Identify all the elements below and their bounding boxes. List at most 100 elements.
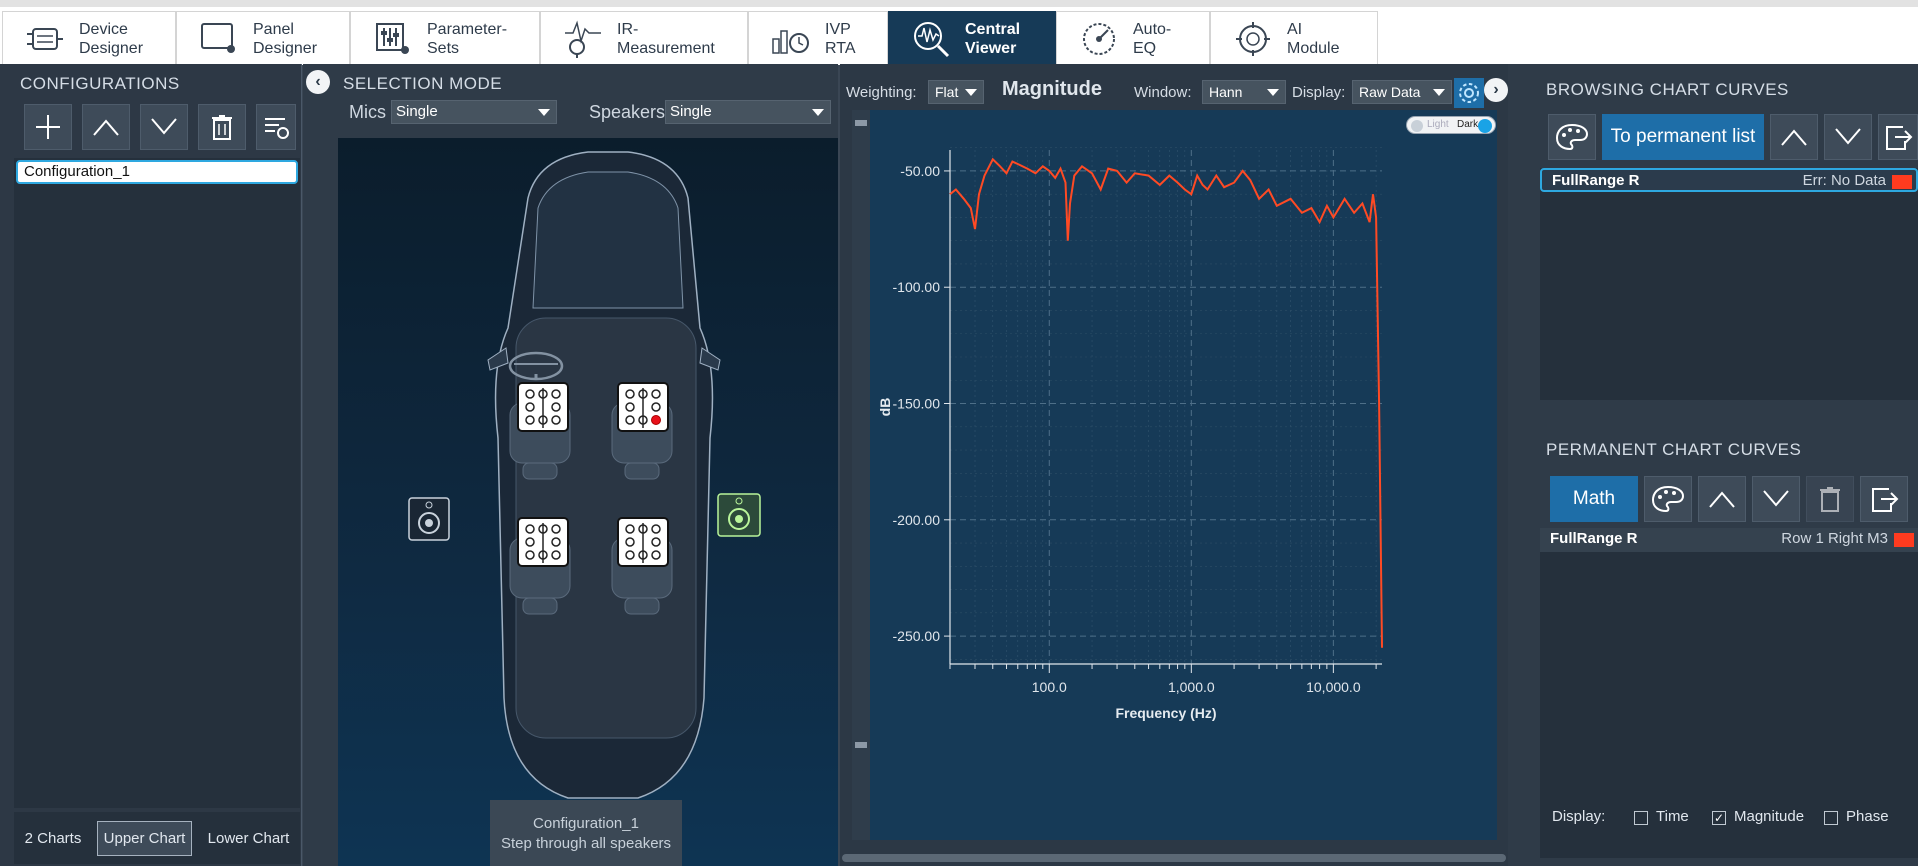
tab-lower-chart[interactable]: Lower Chart [202, 822, 296, 855]
viewer-icon [911, 19, 951, 59]
y-tick-label: -150.00 [893, 396, 941, 412]
list-item[interactable]: FullRange R Row 1 Right M3 [1540, 528, 1918, 552]
configurations-panel: CONFIGURATIONS Configuration_1 2 Charts … [0, 64, 302, 866]
tab-label: Device Designer [79, 20, 144, 57]
gauge-icon [1079, 19, 1119, 59]
toggle-dark-label: Dark [1457, 119, 1479, 130]
chevron-up-icon [93, 119, 119, 136]
vertical-zoom-track[interactable] [852, 110, 870, 840]
current-configuration-card: Configuration_1 Step through all speaker… [490, 800, 682, 866]
plus-icon [36, 115, 60, 139]
browsing-move-up-button[interactable] [1770, 114, 1818, 160]
configurations-title: CONFIGURATIONS [20, 74, 180, 93]
panel-horizontal-scrollbar[interactable] [842, 854, 1506, 862]
tab-device-designer[interactable]: Device Designer [2, 11, 176, 65]
list-item[interactable]: Configuration_1 [16, 160, 298, 184]
magnitude-label: Magnitude [1734, 808, 1805, 825]
window-select[interactable]: Hann [1202, 80, 1286, 104]
window-label: Window: [1134, 84, 1192, 101]
mics-label: Mics [349, 102, 386, 122]
export-icon [1872, 488, 1899, 512]
tab-central-viewer[interactable]: Central Viewer [888, 11, 1056, 65]
tab-parameter-sets[interactable]: Parameter- Sets [350, 11, 540, 65]
speakers-select[interactable]: Single [665, 100, 831, 124]
chart-settings-button[interactable] [1454, 78, 1484, 108]
browsing-curve-list: FullRange R Err: No Data [1540, 168, 1918, 400]
permanent-export-button[interactable] [1860, 476, 1908, 522]
speakers-label: Speakers [589, 102, 666, 122]
tab-ivp-rta[interactable]: IVP RTA [748, 11, 888, 65]
move-down-button[interactable] [140, 104, 188, 150]
tab-label: Parameter- Sets [427, 20, 508, 57]
tab-auto-eq[interactable]: Auto- EQ [1056, 11, 1210, 65]
dropdown-arrow-icon [965, 89, 977, 96]
permanent-move-up-button[interactable] [1698, 476, 1746, 522]
phase-checkbox[interactable] [1824, 811, 1838, 825]
theme-toggle[interactable]: Light Dark [1406, 116, 1496, 134]
curve-color-swatch[interactable] [1892, 175, 1912, 189]
speaker-right-icon[interactable] [717, 493, 761, 537]
to-permanent-list-button[interactable]: To permanent list [1602, 114, 1764, 160]
toggle-light-label: Light [1427, 119, 1449, 130]
window-value: Hann [1209, 84, 1243, 100]
tab-upper-chart[interactable]: Upper Chart [96, 820, 193, 856]
add-configuration-button[interactable] [24, 104, 72, 150]
browsing-color-button[interactable] [1548, 114, 1596, 160]
time-label: Time [1656, 808, 1689, 825]
dropdown-arrow-icon [1433, 89, 1445, 96]
edit-configuration-button[interactable] [256, 104, 296, 150]
gear-icon [1459, 83, 1479, 103]
x-tick-label: 10,000.0 [1306, 679, 1361, 695]
permanent-curves-title: PERMANENT CHART CURVES [1546, 440, 1802, 459]
mics-select[interactable]: Single [391, 100, 557, 124]
vertical-zoom-handle-top[interactable] [855, 120, 867, 126]
curve-name: FullRange R [1552, 172, 1640, 189]
phase-label: Phase [1846, 808, 1889, 825]
math-button[interactable]: Math [1550, 476, 1638, 522]
speaker-left-icon[interactable] [408, 497, 450, 541]
move-up-button[interactable] [82, 104, 130, 150]
browsing-export-button[interactable] [1878, 114, 1918, 160]
tab-2-charts[interactable]: 2 Charts [19, 822, 88, 855]
edit-list-icon [265, 118, 289, 139]
microphone-icon [563, 19, 603, 59]
tab-ir-measurement[interactable]: IR- Measurement [540, 11, 748, 65]
chart-frame: -50.00 -100.00 -150.00 -200.00 -250.00 100.0 1… [852, 110, 1497, 840]
permanent-color-button[interactable] [1644, 476, 1692, 522]
mics-select-value: Single [396, 103, 438, 120]
x-tick-label: 1,000.0 [1168, 679, 1215, 695]
display-label: Display: [1292, 84, 1346, 101]
curve-status: Row 1 Right M3 [1781, 530, 1888, 547]
card-mode-description: Step through all speakers [500, 835, 672, 852]
permanent-delete-button[interactable] [1806, 476, 1854, 522]
display-select[interactable]: Raw Data [1352, 80, 1452, 104]
magnitude-checkbox[interactable]: ✓ [1712, 811, 1726, 825]
configuration-list[interactable]: Configuration_1 [14, 158, 300, 808]
y-tick-label: -100.00 [893, 279, 941, 295]
display-options-label: Display: [1552, 808, 1606, 825]
curve-color-swatch[interactable] [1894, 533, 1914, 547]
chart-layout-tabs: 2 Charts Upper Chart Lower Chart [14, 812, 300, 864]
tab-label: IVP RTA [825, 20, 856, 57]
tab-ai-module[interactable]: AI Module [1210, 11, 1378, 65]
y-axis-label: dB [877, 398, 893, 417]
collapse-right-button[interactable]: › [1484, 78, 1508, 102]
chevron-down-icon [151, 118, 177, 135]
tab-panel-designer[interactable]: Panel Designer [176, 11, 350, 65]
palette-icon [1651, 485, 1685, 513]
list-item[interactable]: FullRange R Err: No Data [1540, 168, 1918, 192]
delete-configuration-button[interactable] [198, 104, 246, 150]
dropdown-arrow-icon [812, 109, 824, 116]
magnitude-chart[interactable]: -50.00 -100.00 -150.00 -200.00 -250.00 100.0 1… [852, 110, 1497, 840]
dropdown-arrow-icon [538, 109, 550, 116]
chevron-down-icon [1835, 128, 1861, 145]
weighting-select[interactable]: Flat [928, 80, 984, 104]
time-checkbox[interactable] [1634, 811, 1648, 825]
tab-label: IR- Measurement [617, 20, 715, 57]
vertical-zoom-handle-bottom[interactable] [855, 742, 867, 748]
browsing-move-down-button[interactable] [1824, 114, 1872, 160]
card-configuration-name: Configuration_1 [533, 815, 639, 832]
collapse-left-button[interactable]: ‹ [306, 70, 330, 94]
permanent-move-down-button[interactable] [1752, 476, 1800, 522]
module-tab-bar: Device Designer Panel Designer Parameter… [0, 0, 1918, 65]
